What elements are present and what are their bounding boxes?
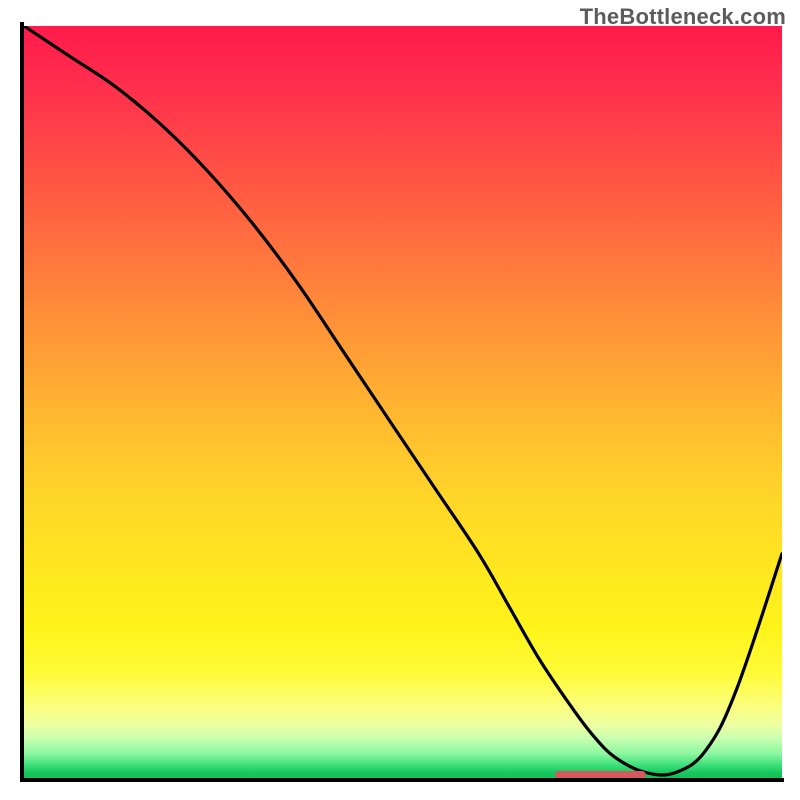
plot-area <box>24 26 782 780</box>
axis-y <box>20 22 24 782</box>
watermark-label: TheBottleneck.com <box>580 4 786 30</box>
axis-x <box>20 778 784 782</box>
curve-layer <box>24 26 782 780</box>
bottleneck-curve <box>24 26 782 775</box>
chart-stage: TheBottleneck.com <box>0 0 800 800</box>
